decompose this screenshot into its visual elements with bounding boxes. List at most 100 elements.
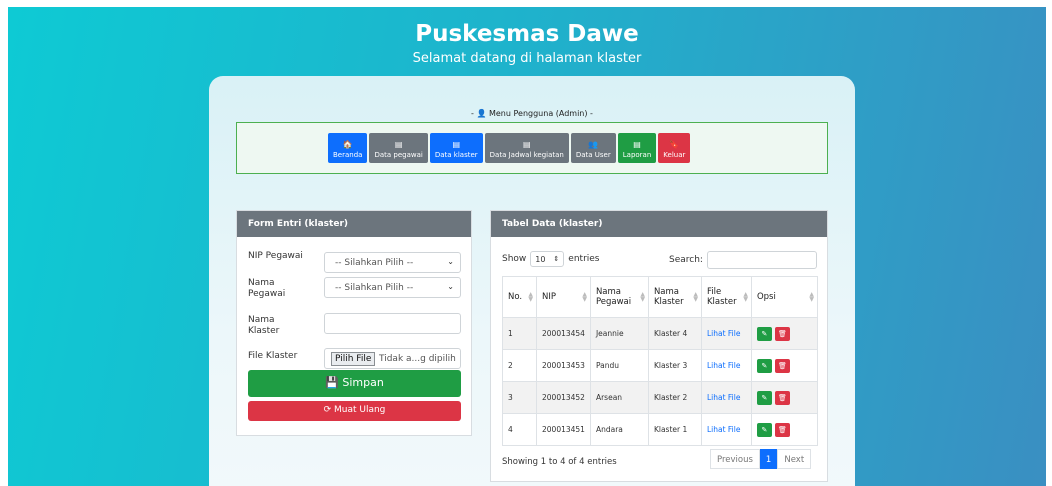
search-control: Search: bbox=[669, 251, 817, 269]
menu-button-keluar[interactable]: 🔖 Keluar bbox=[658, 133, 691, 163]
page-subtitle: Selamat datang di halaman klaster bbox=[412, 51, 642, 66]
sort-icon: ▲ ▼ bbox=[693, 291, 698, 303]
table-row: 3 200013452 Arsean Klaster 2 Lihat File ✎ 🗑 bbox=[502, 381, 819, 414]
table-info: Showing 1 to 4 of 4 entries bbox=[502, 457, 617, 467]
edit-icon[interactable]: ✎ bbox=[756, 358, 772, 373]
column-header-file-klaster[interactable]: File Klaster ▲ ▼ bbox=[700, 276, 752, 318]
menu-button-data-klaster[interactable]: ▤ Data klaster bbox=[429, 133, 483, 163]
save-label: Simpan bbox=[342, 376, 384, 389]
file-status-text: Tidak a...g dipilih bbox=[379, 354, 456, 364]
menu-button-data-pegawai[interactable]: ▤ Data pegawai bbox=[369, 133, 428, 163]
search-label: Search: bbox=[669, 255, 703, 265]
menu-button-label: Data Jadwal kegiatan bbox=[489, 150, 564, 159]
choose-file-button[interactable]: Pilih File bbox=[331, 352, 376, 366]
users-icon: 👥 bbox=[588, 139, 599, 149]
nama-select-value: -- Silahkan Pilih -- bbox=[335, 283, 414, 293]
cell-nip: 200013454 bbox=[536, 317, 591, 350]
table-row: 2 200013453 Pandu Klaster 3 Lihat File ✎ 🗑 bbox=[502, 349, 819, 382]
column-header-nip[interactable]: NIP ▲ ▼ bbox=[536, 276, 591, 318]
cell-nip: 200013453 bbox=[536, 349, 591, 382]
column-label: Opsi bbox=[756, 292, 776, 302]
previous-button[interactable]: Previous bbox=[710, 449, 760, 469]
data-table: No. ▲ ▼ NIP ▲ ▼ Nama Pegawai ▲ ▼ Nama Klaster ▲… bbox=[502, 276, 819, 446]
trash-icon[interactable]: 🗑 bbox=[774, 326, 790, 341]
menu-button-label: Beranda bbox=[333, 150, 363, 159]
row-actions: ✎ 🗑 bbox=[756, 358, 790, 373]
card-icon: ▤ bbox=[452, 139, 461, 149]
cell-opsi: ✎ 🗑 bbox=[750, 381, 819, 414]
menu-button-label: Data User bbox=[575, 150, 611, 159]
file-input[interactable]: Pilih File Tidak a...g dipilih bbox=[324, 348, 461, 369]
card-icon: ▤ bbox=[394, 139, 403, 149]
bookmark-icon: 🔖 bbox=[669, 139, 680, 149]
cell-nama-klaster: Klaster 1 bbox=[647, 413, 702, 446]
sort-icon: ▲ ▼ bbox=[582, 291, 587, 303]
column-header-no[interactable]: No. ▲ ▼ bbox=[502, 276, 537, 318]
table-body: 1 200013454 Jeannie Klaster 4 Lihat File ✎ 🗑 2 2… bbox=[502, 317, 819, 446]
form-panel: Form Entri (klaster) NIP Pegawai -- Sila… bbox=[236, 210, 472, 436]
column-header-nama-klaster[interactable]: Nama Klaster ▲ ▼ bbox=[647, 276, 702, 318]
column-label: Nama Pegawai bbox=[595, 287, 632, 307]
table-row: 4 200013451 Andara Klaster 1 Lihat File ✎ 🗑 bbox=[502, 413, 819, 446]
nip-label: NIP Pegawai bbox=[248, 251, 303, 261]
chevron-down-icon: ⌄ bbox=[447, 257, 454, 266]
trash-icon[interactable]: 🗑 bbox=[774, 390, 790, 405]
page-title: Puskesmas Dawe bbox=[415, 21, 639, 47]
card-icon: ▤ bbox=[633, 139, 641, 149]
show-label: Show bbox=[502, 254, 527, 264]
edit-icon[interactable]: ✎ bbox=[756, 390, 772, 405]
sort-icon: ▲ ▼ bbox=[809, 291, 814, 303]
menu-button-label: Laporan bbox=[622, 150, 652, 159]
reload-label: Muat Ulang bbox=[334, 405, 386, 415]
cell-nip: 200013452 bbox=[536, 381, 591, 414]
cell-nama-pegawai: Arsean bbox=[589, 381, 649, 414]
klaster-input[interactable] bbox=[324, 313, 461, 334]
search-input[interactable] bbox=[706, 251, 817, 269]
cell-nama-klaster: Klaster 4 bbox=[647, 317, 702, 350]
trash-icon[interactable]: 🗑 bbox=[774, 358, 790, 373]
pagination: Previous 1 Next bbox=[710, 449, 812, 469]
nama-label: Nama Pegawai bbox=[248, 278, 286, 299]
next-button[interactable]: Next bbox=[777, 449, 812, 469]
klaster-label: Nama Klaster bbox=[248, 315, 280, 336]
menu-box: 🏠 Beranda ▤ Data pegawai ▤ Data klaster ▤ Data … bbox=[236, 122, 828, 174]
page-length-control: Show 10 ⇕ entries bbox=[502, 251, 600, 267]
save-button[interactable]: 💾 Simpan bbox=[248, 370, 461, 397]
card-icon: ▤ bbox=[522, 139, 531, 149]
cell-opsi: ✎ 🗑 bbox=[750, 413, 819, 446]
cell-opsi: ✎ 🗑 bbox=[750, 317, 819, 350]
cell-file-klaster[interactable]: Lihat File bbox=[700, 317, 752, 350]
sort-icon: ▲ ▼ bbox=[640, 291, 645, 303]
trash-icon[interactable]: 🗑 bbox=[774, 422, 790, 437]
column-header-opsi[interactable]: Opsi ▲ ▼ bbox=[750, 276, 819, 318]
menu-button-beranda[interactable]: 🏠 Beranda bbox=[328, 133, 368, 163]
menu-button-data-user[interactable]: 👥 Data User bbox=[570, 133, 616, 163]
sort-arrows-icon: ⇕ bbox=[553, 255, 560, 263]
page-1-button[interactable]: 1 bbox=[759, 449, 778, 469]
row-actions: ✎ 🗑 bbox=[756, 390, 790, 405]
cell-no: 4 bbox=[502, 413, 537, 446]
file-label: File Klaster bbox=[248, 351, 298, 361]
reload-button[interactable]: ⟳ Muat Ulang bbox=[248, 401, 461, 421]
nip-select[interactable]: -- Silahkan Pilih -- ⌄ bbox=[324, 252, 461, 273]
column-label: NIP bbox=[542, 292, 556, 302]
nama-select[interactable]: -- Silahkan Pilih -- ⌄ bbox=[324, 277, 461, 298]
cell-file-klaster[interactable]: Lihat File bbox=[700, 413, 752, 446]
cell-file-klaster[interactable]: Lihat File bbox=[700, 381, 752, 414]
menu-button-laporan[interactable]: ▤ Laporan bbox=[617, 133, 657, 163]
cell-nama-klaster: Klaster 3 bbox=[647, 349, 702, 382]
page-length-select[interactable]: 10 ⇕ bbox=[530, 251, 565, 267]
menu-button-label: Keluar bbox=[663, 150, 686, 159]
menu-button-data-jadwal-kegiatan[interactable]: ▤ Data Jadwal kegiatan bbox=[484, 133, 569, 163]
column-label: File Klaster bbox=[706, 287, 737, 307]
menu-button-label: Data pegawai bbox=[374, 150, 423, 159]
cell-nama-klaster: Klaster 2 bbox=[647, 381, 702, 414]
cell-opsi: ✎ 🗑 bbox=[750, 349, 819, 382]
cell-file-klaster[interactable]: Lihat File bbox=[700, 349, 752, 382]
edit-icon[interactable]: ✎ bbox=[756, 422, 772, 437]
column-header-nama-pegawai[interactable]: Nama Pegawai ▲ ▼ bbox=[589, 276, 649, 318]
nip-select-value: -- Silahkan Pilih -- bbox=[335, 258, 414, 268]
table-header-row: No. ▲ ▼ NIP ▲ ▼ Nama Pegawai ▲ ▼ Nama Klaster ▲… bbox=[502, 276, 819, 318]
edit-icon[interactable]: ✎ bbox=[756, 326, 772, 341]
cell-no: 2 bbox=[502, 349, 537, 382]
